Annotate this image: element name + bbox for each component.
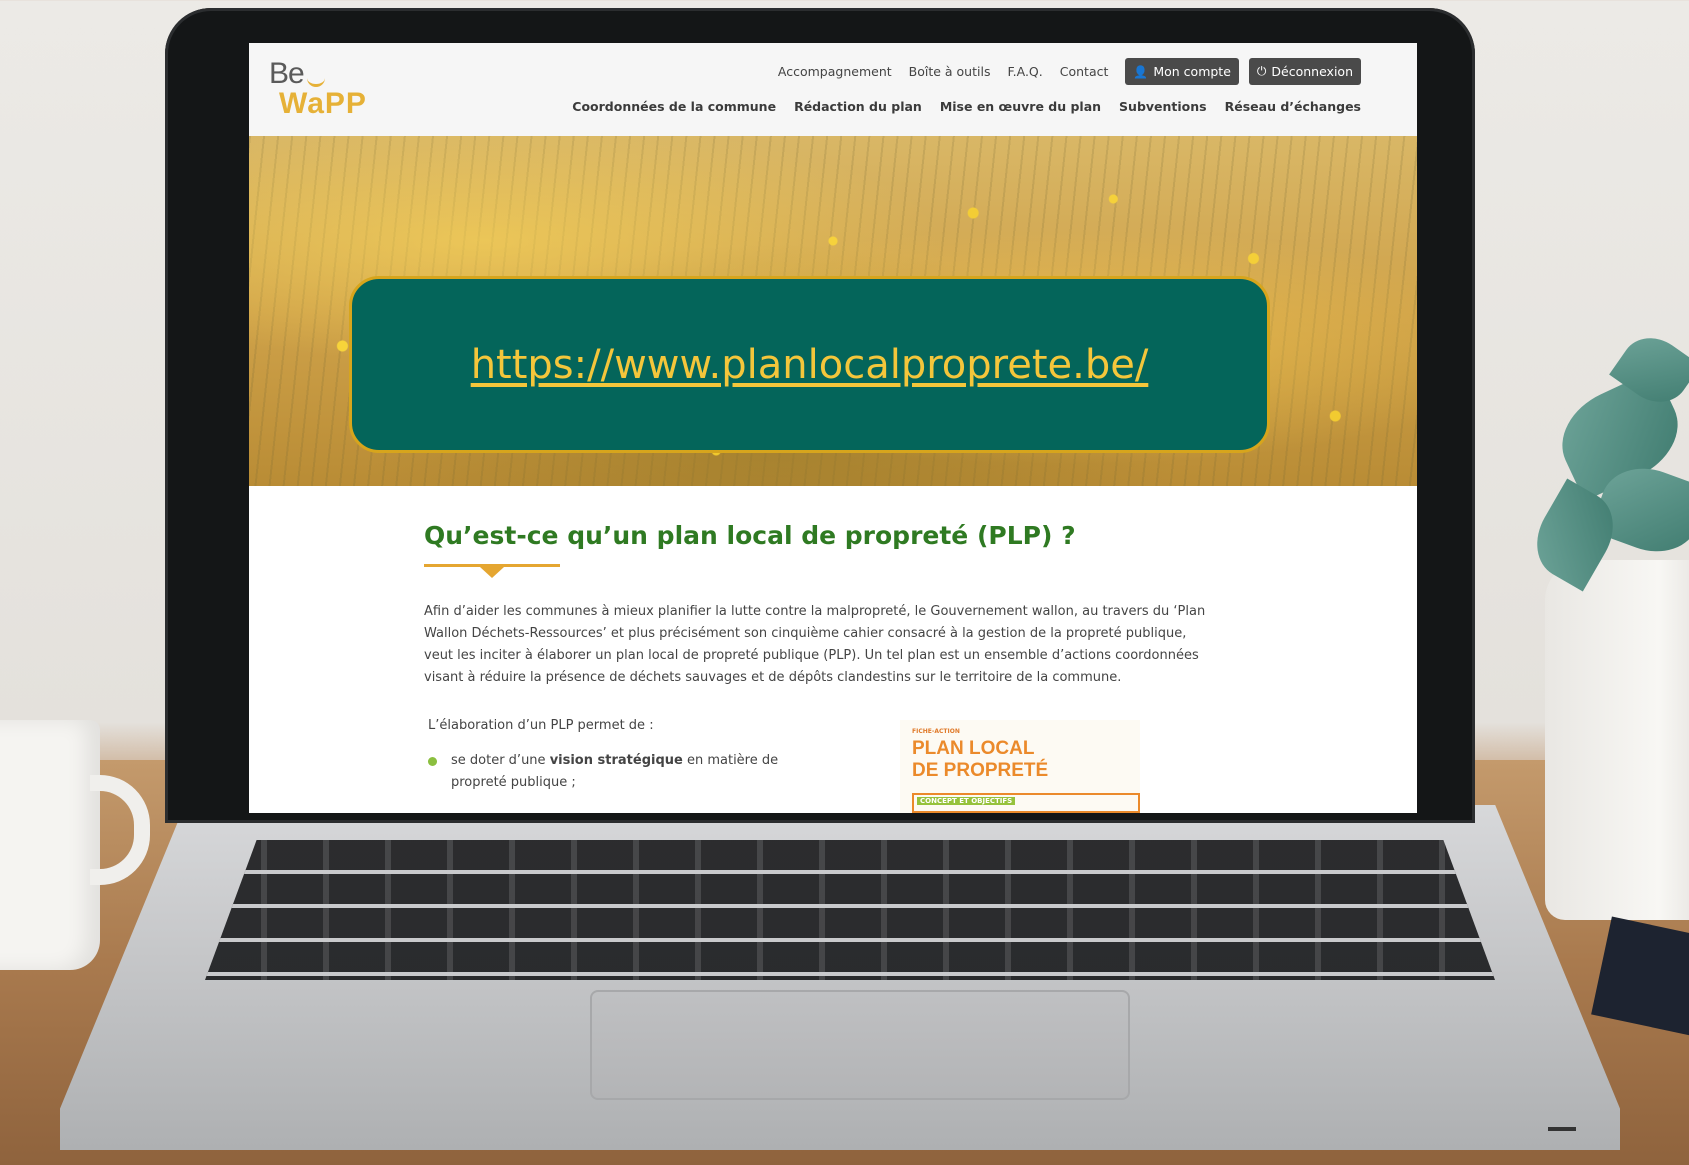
logo-swoosh (307, 75, 325, 87)
util-link-boite-a-outils[interactable]: Boîte à outils (909, 64, 991, 79)
main-content: Qu’est-ce qu’un plan local de propreté (… (424, 486, 1244, 813)
status-led (1548, 1127, 1576, 1131)
trackpad (590, 990, 1130, 1100)
url-callout: https://www.planlocalproprete.be/ (349, 276, 1270, 453)
keyboard-rows (205, 840, 1495, 980)
nav-coordonnees[interactable]: Coordonnées de la commune (572, 99, 776, 114)
nav-reseau[interactable]: Réseau d’échanges (1225, 99, 1361, 114)
logo-line1: Be (269, 57, 305, 90)
main-nav: Coordonnées de la commune Rédaction du p… (554, 99, 1361, 114)
benefits-column: L’élaboration d’un PLP permet de : se do… (428, 718, 798, 794)
my-account-button[interactable]: 👤 Mon compte (1125, 58, 1239, 85)
site-header: Be WaPP Accompagnement Boîte à outils F.… (249, 43, 1417, 136)
fiche-action-thumbnail[interactable]: FICHE-ACTION PLAN LOCAL DE PROPRETÉ CONC… (900, 720, 1140, 813)
util-link-accompagnement[interactable]: Accompagnement (778, 64, 892, 79)
doc-kicker: FICHE-ACTION (912, 728, 960, 735)
title-divider (424, 564, 560, 578)
doc-band-label: CONCEPT ET OBJECTIFS (917, 797, 1016, 805)
logo-line2: WaPP (279, 87, 367, 120)
site-url-link[interactable]: https://www.planlocalproprete.be/ (471, 342, 1149, 388)
power-icon: ⏻ (1256, 64, 1267, 78)
page-title: Qu’est-ce qu’un plan local de propreté (… (424, 521, 1076, 550)
bullet-dot (428, 757, 437, 766)
laptop-screen: Be WaPP Accompagnement Boîte à outils F.… (249, 43, 1417, 813)
doc-band: CONCEPT ET OBJECTIFS (912, 793, 1140, 813)
list-item: se doter d’une vision stratégique en mat… (428, 750, 798, 794)
nav-mise-en-oeuvre[interactable]: Mise en œuvre du plan (940, 99, 1101, 114)
logout-button[interactable]: ⏻ Déconnexion (1248, 58, 1361, 85)
my-account-label: Mon compte (1153, 64, 1231, 79)
util-link-faq[interactable]: F.A.Q. (1007, 64, 1042, 79)
util-link-contact[interactable]: Contact (1060, 64, 1109, 79)
utility-nav: Accompagnement Boîte à outils F.A.Q. Con… (761, 58, 1361, 85)
benefits-lead: L’élaboration d’un PLP permet de : (428, 718, 654, 733)
user-icon: 👤 (1133, 64, 1149, 79)
coffee-mug (0, 720, 100, 970)
nav-subventions[interactable]: Subventions (1119, 99, 1207, 114)
nav-redaction[interactable]: Rédaction du plan (794, 99, 922, 114)
doc-title: PLAN LOCAL DE PROPRETÉ (912, 738, 1049, 781)
hero-banner: https://www.planlocalproprete.be/ (249, 136, 1417, 486)
logout-label: Déconnexion (1271, 64, 1353, 79)
intro-paragraph: Afin d’aider les communes à mieux planif… (424, 604, 1206, 685)
bewapp-logo[interactable]: Be WaPP (269, 57, 379, 120)
bullet-text: se doter d’une vision stratégique en mat… (451, 753, 779, 790)
plant-pot (1545, 560, 1689, 920)
